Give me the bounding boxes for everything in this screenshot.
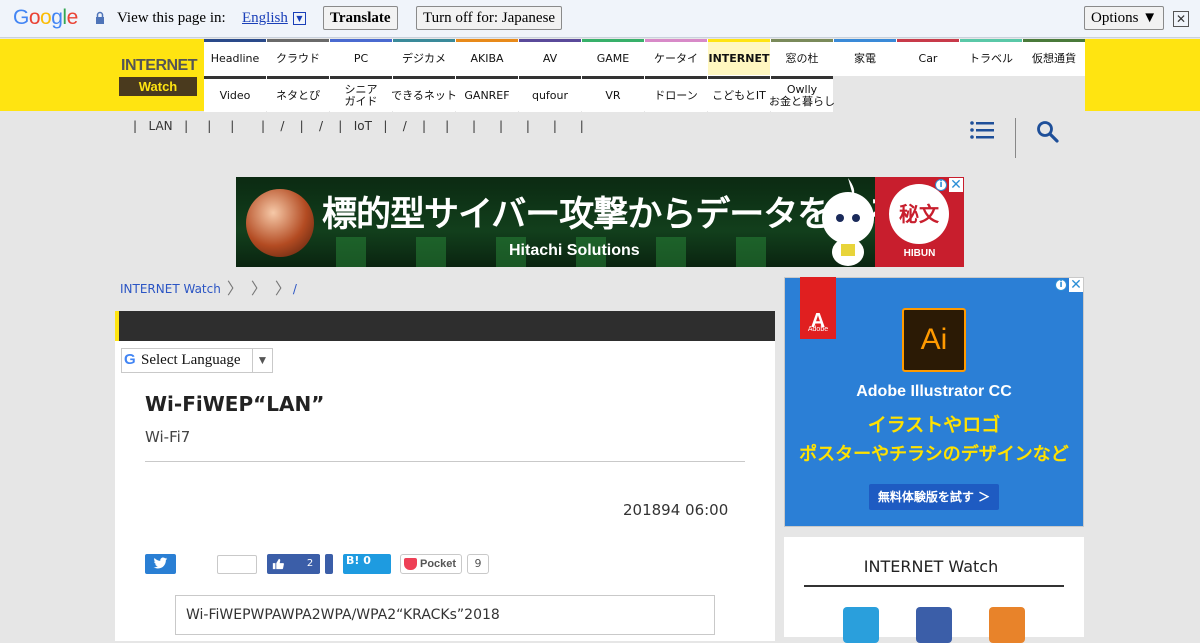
nav-filler xyxy=(832,76,1085,111)
google-g-icon: G xyxy=(124,351,136,368)
follow-title: INTERNET Watch xyxy=(863,557,999,576)
adchoices-icon[interactable]: i xyxy=(935,179,947,191)
hibun-label: HIBUN xyxy=(903,248,936,259)
nav-item[interactable]: ドローン xyxy=(645,76,707,112)
ad-product-name: Adobe Illustrator CC xyxy=(856,383,1012,400)
nav-item[interactable]: Owlly お金と暮らし xyxy=(769,76,835,112)
nav-item[interactable]: qufour xyxy=(519,76,581,112)
nav-item[interactable]: Video xyxy=(204,76,266,112)
nav-item[interactable]: こどもとIT xyxy=(708,76,770,112)
logo-text-top: INTERNET xyxy=(121,57,198,74)
nav-item[interactable]: VR xyxy=(582,76,644,112)
nav-item[interactable]: ネタとぴ xyxy=(267,76,329,112)
nav-item[interactable]: デジカメ xyxy=(393,39,455,75)
google-logo: Google xyxy=(13,6,78,29)
chevron-right-icon: 〉 xyxy=(226,279,243,298)
nav-item[interactable]: 家電 xyxy=(834,39,896,75)
breadcrumb-item[interactable]: INTERNET Watch xyxy=(120,282,221,296)
illustrator-icon: Ai xyxy=(902,308,966,372)
adchoices-icon[interactable]: i xyxy=(1055,279,1067,291)
options-button[interactable]: Options ▼ xyxy=(1084,6,1165,30)
nav-item[interactable]: PC xyxy=(330,39,392,75)
language-select[interactable]: G Select Language ▼ xyxy=(121,348,273,373)
breadcrumb: INTERNET Watch 〉 〉 〉 / xyxy=(120,280,297,298)
tweet-button[interactable] xyxy=(145,554,176,574)
translate-language-link[interactable]: English xyxy=(242,10,288,27)
language-select-label: Select Language xyxy=(141,352,241,368)
nav-item[interactable]: Car xyxy=(897,39,959,75)
pocket-icon xyxy=(404,558,417,570)
nav-item[interactable]: シニア ガイド xyxy=(330,76,392,112)
nav-item[interactable]: 仮想通貨 xyxy=(1023,39,1085,75)
lock-icon xyxy=(96,11,104,24)
mascot-image xyxy=(822,178,874,266)
logo-text-bottom: Watch xyxy=(119,77,197,96)
site-logo[interactable] xyxy=(115,39,204,111)
ad-close-icon[interactable]: ✕ xyxy=(1069,278,1083,292)
translate-bar: Google View this page in: English ▼ Tran… xyxy=(0,0,1200,38)
sub-nav[interactable]: | LAN | | | | / | / | IoT | / | | | | | … xyxy=(133,119,584,133)
chevron-right-icon: 〉 xyxy=(274,279,291,298)
chevron-down-icon[interactable]: ▼ xyxy=(293,12,306,25)
translate-button[interactable]: Translate xyxy=(323,6,398,30)
nav-item[interactable]: GAME xyxy=(582,39,644,75)
thumbs-up-icon xyxy=(272,558,284,570)
search-icon[interactable] xyxy=(1036,120,1060,144)
nav-item[interactable]: ケータイ xyxy=(645,39,707,75)
adobe-logo-label: Adobe xyxy=(807,326,829,333)
article-date: 201894 06:00 xyxy=(623,501,729,519)
ad-close-icon[interactable]: ✕ xyxy=(949,178,963,192)
article-header-bar xyxy=(115,311,775,341)
banner-orb-image xyxy=(246,189,314,257)
pocket-count: 9 xyxy=(467,554,489,574)
facebook-share-button[interactable] xyxy=(325,554,333,574)
twitter-icon xyxy=(153,557,168,569)
twitter-follow-icon[interactable] xyxy=(843,607,879,643)
banner-headline: 標的型サイバー攻撃からデータを守る xyxy=(322,195,900,235)
hibun-logo: 秘文 xyxy=(889,184,949,244)
facebook-like-count: 2 xyxy=(300,555,320,573)
ad-copy-line-1: イラストやロゴ xyxy=(867,414,1001,436)
nav-item[interactable]: Headline xyxy=(204,39,266,75)
turn-off-translate-button[interactable]: Turn off for: Japanese xyxy=(416,6,563,30)
nav-item[interactable]: できるネット xyxy=(391,76,457,112)
nav-item[interactable]: 窓の杜 xyxy=(771,39,833,75)
chevron-down-icon: ▼ xyxy=(252,349,272,372)
banner-subtitle: Hitachi Solutions xyxy=(509,242,640,259)
ad-cta-button[interactable]: 無料体験版を試す ＞ xyxy=(869,484,999,510)
hatena-bookmark-button[interactable]: B! 0 xyxy=(343,554,391,574)
facebook-follow-icon[interactable] xyxy=(916,607,952,643)
article-subtitle: Wi-Fi7 xyxy=(145,428,191,446)
breadcrumb-item[interactable]: / xyxy=(293,282,297,296)
menu-icon[interactable] xyxy=(970,120,994,140)
article-summary: Wi-FiWEPWPAWPA2WPA/WPA2“KRACKs”2018 xyxy=(186,607,500,623)
nav-divider xyxy=(1015,118,1016,158)
follow-divider xyxy=(804,585,1064,587)
nav-item[interactable]: GANREF xyxy=(456,76,518,112)
title-divider xyxy=(145,461,745,462)
article-title: Wi-FiWEP“LAN” xyxy=(145,392,325,416)
nav-item[interactable]: INTERNET xyxy=(708,39,770,75)
nav-item[interactable]: クラウド xyxy=(267,39,329,75)
rss-icon[interactable] xyxy=(989,607,1025,643)
ad-copy-line-2: ポスターやチラシのデザインなど xyxy=(799,444,1069,465)
chevron-right-icon: 〉 xyxy=(250,279,267,298)
nav-item[interactable]: AV xyxy=(519,39,581,75)
close-icon[interactable]: ✕ xyxy=(1173,11,1189,27)
nav-item[interactable]: AKIBA xyxy=(456,39,518,75)
translate-prompt: View this page in: xyxy=(117,10,226,26)
tweet-count xyxy=(217,555,257,574)
nav-item[interactable]: トラベル xyxy=(960,39,1022,75)
